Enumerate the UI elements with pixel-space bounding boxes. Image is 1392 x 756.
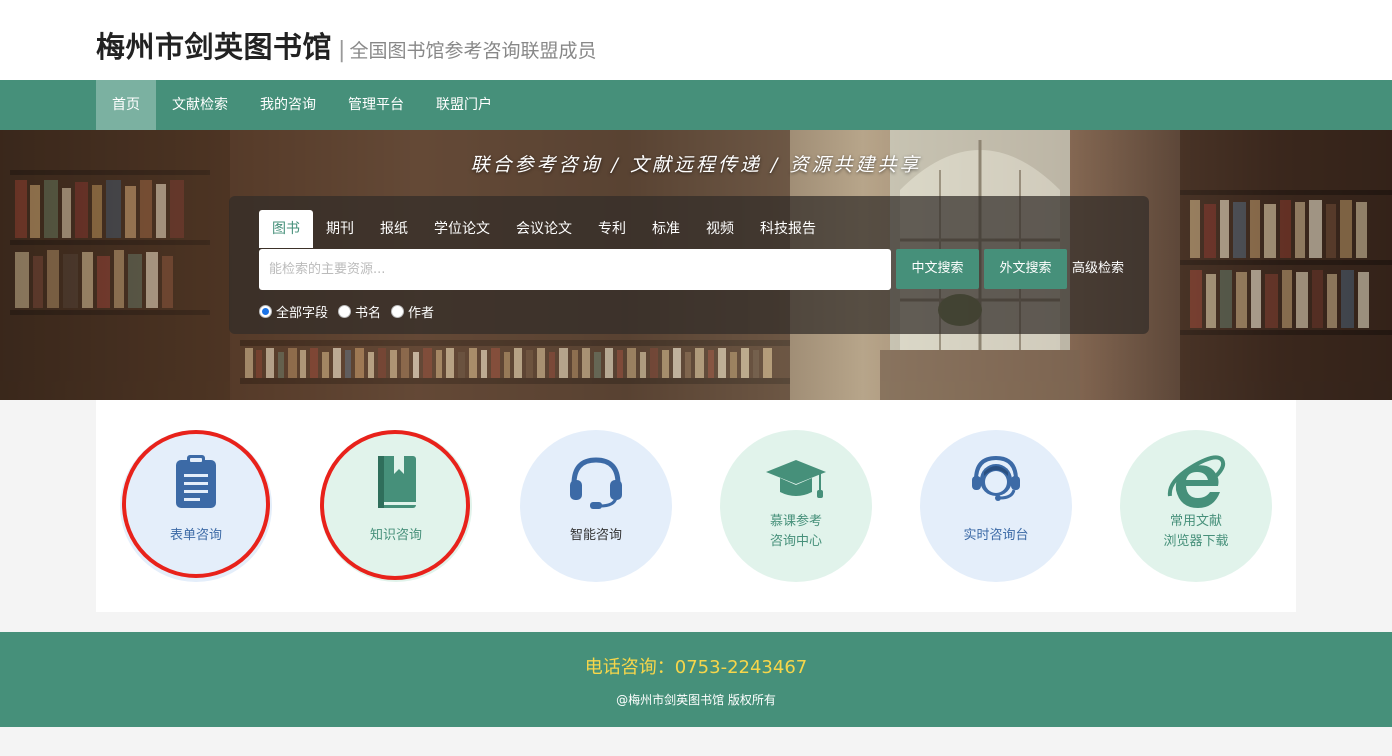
radio-author[interactable]: 作者 — [391, 302, 434, 321]
library-banner: 联合参考咨询 / 文献远程传递 / 资源共建共享 图书 期刊 报纸 学位论文 会… — [0, 130, 1392, 400]
tab-conference-papers[interactable]: 会议论文 — [503, 210, 585, 248]
nav-item-my-consultations[interactable]: 我的咨询 — [244, 80, 332, 130]
foreign-search-button[interactable]: 外文搜索 — [984, 249, 1067, 289]
service-knowledge-consultation[interactable]: 知识咨询 — [320, 430, 472, 582]
footer-copyright: @梅州市剑英图书馆 版权所有 — [616, 693, 776, 707]
radio-label: 作者 — [408, 306, 435, 321]
tab-standards[interactable]: 标准 — [639, 210, 693, 248]
search-input[interactable] — [259, 249, 891, 290]
radio-label: 全部字段 — [276, 306, 329, 321]
tab-tech-reports[interactable]: 科技报告 — [747, 210, 829, 248]
service-label-line1: 常用文献 — [1169, 514, 1222, 529]
search-type-tabs: 图书 期刊 报纸 学位论文 会议论文 专利 标准 视频 科技报告 — [259, 210, 829, 248]
chinese-search-button[interactable]: 中文搜索 — [896, 249, 979, 289]
radio-label: 书名 — [355, 306, 382, 321]
radio-button[interactable] — [338, 305, 352, 318]
tab-journals[interactable]: 期刊 — [313, 210, 367, 248]
service-smart-consultation[interactable]: 智能咨询 — [520, 430, 672, 582]
tab-patents[interactable]: 专利 — [585, 210, 639, 248]
book-icon — [378, 456, 416, 508]
service-label-line2: 咨询中心 — [769, 534, 822, 549]
headset-icon — [570, 457, 622, 509]
nav-item-alliance-portal[interactable]: 联盟门户 — [420, 80, 508, 130]
brand: 梅州市剑英图书馆 | 全国图书馆参考咨询联盟成员 — [96, 24, 596, 66]
service-live-consultation-desk[interactable]: 实时咨询台 — [920, 430, 1072, 582]
ie-browser-icon — [1167, 455, 1226, 508]
radio-all-fields[interactable]: 全部字段 — [259, 302, 328, 321]
service-panel: 表单咨询 知识咨询 智能咨询 慕课参考 咨询中心 实时咨询台 常用文献 浏览器下… — [96, 400, 1296, 612]
service-label-line2: 浏览器下载 — [1163, 534, 1229, 549]
tab-newspapers[interactable]: 报纸 — [367, 210, 421, 248]
nav-item-home[interactable]: 首页 — [96, 80, 156, 130]
nav-item-admin-platform[interactable]: 管理平台 — [332, 80, 420, 130]
radio-button[interactable] — [391, 305, 405, 318]
service-label: 知识咨询 — [369, 528, 422, 543]
advanced-search-link[interactable]: 高级检索 — [1072, 249, 1124, 289]
service-label: 表单咨询 — [169, 528, 222, 543]
clipboard-icon — [176, 455, 216, 508]
graduation-cap-icon — [766, 460, 826, 498]
service-label-line1: 慕课参考 — [769, 514, 822, 529]
banner-slogan: 联合参考咨询 / 文献远程传递 / 资源共建共享 — [470, 154, 922, 176]
search-field-options: 全部字段 书名 作者 — [259, 302, 444, 321]
search-panel: 图书 期刊 报纸 学位论文 会议论文 专利 标准 视频 科技报告 中文搜索 外文… — [229, 196, 1149, 334]
radio-title[interactable]: 书名 — [338, 302, 381, 321]
nav-item-literature-search[interactable]: 文献检索 — [156, 80, 244, 130]
tab-theses[interactable]: 学位论文 — [421, 210, 503, 248]
service-label: 智能咨询 — [569, 528, 622, 543]
service-browser-download[interactable]: 常用文献 浏览器下载 — [1120, 430, 1272, 582]
title-separator: | — [338, 38, 346, 63]
site-title[interactable]: 梅州市剑英图书馆 — [96, 24, 332, 66]
support-agent-icon — [972, 455, 1020, 501]
main-nav: 首页 文献检索 我的咨询 管理平台 联盟门户 — [0, 80, 1392, 130]
site-subtitle: 全国图书馆参考咨询联盟成员 — [349, 40, 597, 62]
service-form-consultation[interactable]: 表单咨询 — [120, 430, 272, 582]
tab-videos[interactable]: 视频 — [693, 210, 747, 248]
service-mooc-reference-center[interactable]: 慕课参考 咨询中心 — [720, 430, 872, 582]
site-footer: 电话咨询：0753-2243467 @梅州市剑英图书馆 版权所有 — [0, 632, 1392, 727]
site-header: 梅州市剑英图书馆 | 全国图书馆参考咨询联盟成员 — [0, 0, 1392, 80]
tab-books[interactable]: 图书 — [259, 210, 313, 248]
radio-button-checked[interactable] — [259, 305, 272, 318]
service-label: 实时咨询台 — [963, 528, 1029, 543]
footer-phone: 电话咨询：0753-2243467 — [584, 657, 808, 678]
